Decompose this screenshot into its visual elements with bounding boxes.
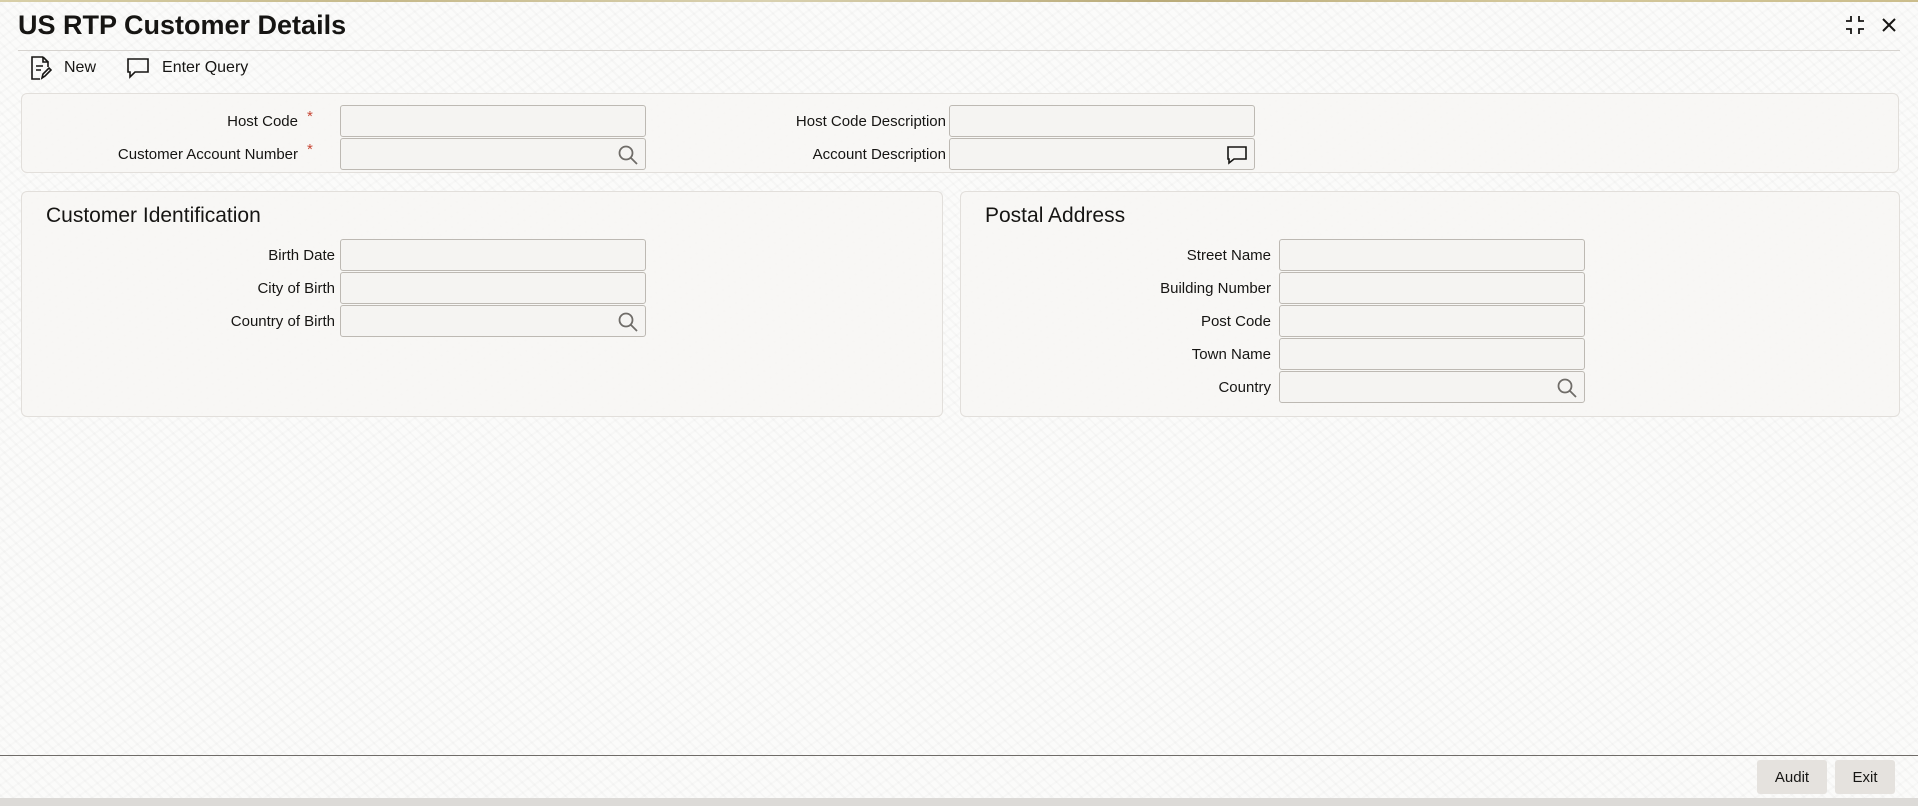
- host-code-description-label: Host Code Description: [795, 113, 946, 130]
- account-description-field[interactable]: [949, 138, 1255, 170]
- street-name-input[interactable]: [1280, 240, 1584, 270]
- host-code-description-input[interactable]: [950, 106, 1254, 136]
- birth-date-input[interactable]: [341, 240, 645, 270]
- city-of-birth-label: City of Birth: [257, 280, 335, 297]
- header-fields-panel: Host Code * Customer Account Number * Ho…: [21, 93, 1899, 173]
- country-of-birth-search-button[interactable]: [616, 310, 640, 334]
- maximize-icon: [1846, 16, 1864, 34]
- window-title: US RTP Customer Details: [18, 10, 347, 40]
- host-code-required-mark: *: [307, 108, 313, 125]
- street-name-field[interactable]: [1279, 239, 1585, 271]
- customer-account-search-button[interactable]: [616, 143, 640, 167]
- account-description-label: Account Description: [812, 146, 946, 163]
- host-code-label: Host Code: [227, 113, 298, 130]
- new-label: New: [64, 59, 97, 76]
- customer-identification-title: Customer Identification: [46, 204, 261, 227]
- country-field[interactable]: [1279, 371, 1585, 403]
- speech-bubble-icon: [127, 58, 149, 79]
- town-name-input[interactable]: [1280, 339, 1584, 369]
- country-label: Country: [1218, 379, 1271, 396]
- toolbar: New Enter Query: [28, 54, 248, 82]
- new-button[interactable]: New: [28, 55, 96, 81]
- search-icon: [618, 312, 638, 332]
- customer-account-number-input[interactable]: [341, 139, 645, 169]
- search-icon: [618, 145, 638, 165]
- host-code-field[interactable]: [340, 105, 646, 137]
- street-name-label: Street Name: [1186, 247, 1271, 264]
- postal-address-panel: Postal Address Street Name Building Numb…: [960, 191, 1900, 417]
- bottom-status-bar: [0, 798, 1918, 806]
- account-description-input[interactable]: [950, 139, 1254, 169]
- building-number-input[interactable]: [1280, 273, 1584, 303]
- country-of-birth-field[interactable]: [340, 305, 646, 337]
- customer-account-number-field[interactable]: [340, 138, 646, 170]
- speech-bubble-icon: [1227, 146, 1247, 165]
- city-of-birth-field[interactable]: [340, 272, 646, 304]
- city-of-birth-input[interactable]: [341, 273, 645, 303]
- enter-query-label: Enter Query: [162, 59, 249, 76]
- account-description-note-button[interactable]: [1225, 143, 1249, 167]
- postal-address-title: Postal Address: [985, 204, 1126, 227]
- close-button[interactable]: [1878, 14, 1900, 36]
- enter-query-button[interactable]: Enter Query: [126, 57, 248, 79]
- header-divider: [18, 50, 1900, 51]
- post-code-input[interactable]: [1280, 306, 1584, 336]
- country-of-birth-input[interactable]: [341, 306, 645, 336]
- document-edit-icon: [31, 56, 52, 80]
- host-code-description-field[interactable]: [949, 105, 1255, 137]
- window-controls: [1844, 14, 1900, 36]
- customer-account-number-label: Customer Account Number: [117, 146, 298, 163]
- town-name-label: Town Name: [1191, 346, 1271, 363]
- host-code-input[interactable]: [341, 106, 645, 136]
- customer-identification-panel: Customer Identification Birth Date City …: [21, 191, 943, 417]
- post-code-label: Post Code: [1200, 313, 1271, 330]
- building-number-field[interactable]: [1279, 272, 1585, 304]
- birth-date-field[interactable]: [340, 239, 646, 271]
- customer-account-number-required-mark: *: [307, 141, 313, 158]
- top-accent-stripe: [0, 0, 1918, 2]
- building-number-label: Building Number: [1160, 280, 1271, 297]
- town-name-field[interactable]: [1279, 338, 1585, 370]
- maximize-button[interactable]: [1844, 14, 1866, 36]
- audit-button[interactable]: Audit: [1757, 760, 1827, 794]
- country-input[interactable]: [1280, 372, 1584, 402]
- footer-divider: [0, 755, 1918, 756]
- country-of-birth-label: Country of Birth: [230, 313, 335, 330]
- post-code-field[interactable]: [1279, 305, 1585, 337]
- country-search-button[interactable]: [1555, 376, 1579, 400]
- close-icon: [1882, 18, 1896, 32]
- exit-button[interactable]: Exit: [1835, 760, 1895, 794]
- search-icon: [1557, 378, 1577, 398]
- birth-date-label: Birth Date: [268, 247, 335, 264]
